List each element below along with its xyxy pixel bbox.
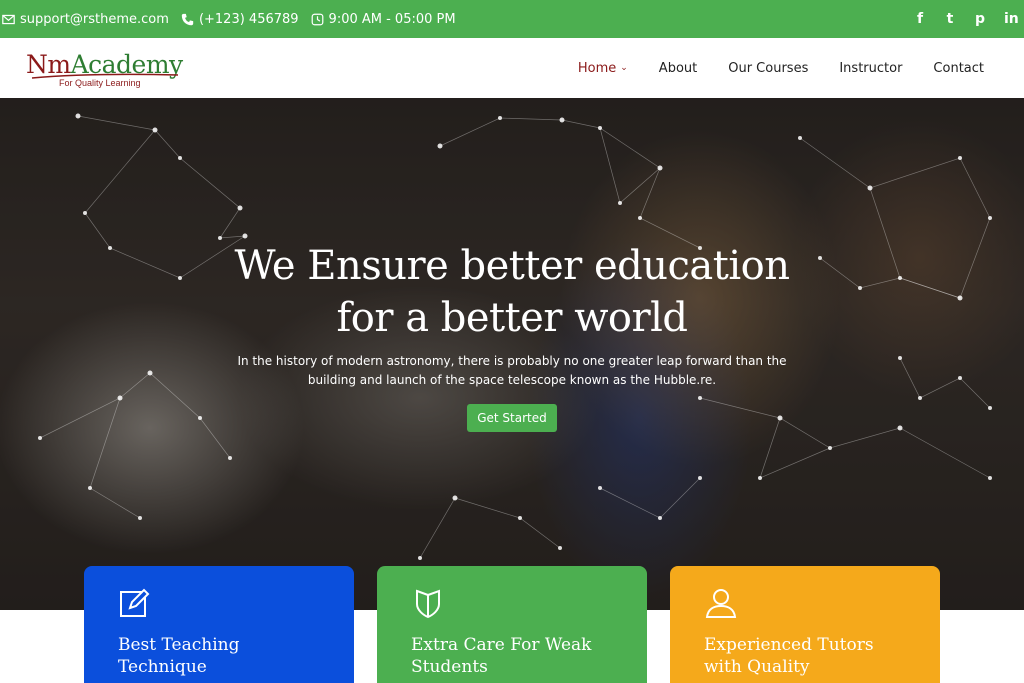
nav-contact[interactable]: Contact bbox=[933, 61, 984, 76]
hero-content: We Ensure better education for a better … bbox=[0, 240, 1024, 432]
feature-title-line2: Technique bbox=[118, 657, 207, 677]
social-links: f t p in bbox=[914, 11, 1019, 27]
phone-text: (+123) 456789 bbox=[198, 11, 299, 27]
hero-headline-line1: We Ensure better education bbox=[234, 243, 790, 289]
edit-icon bbox=[120, 588, 150, 617]
clock-icon bbox=[311, 13, 323, 25]
email-text: support@rstheme.com bbox=[20, 11, 169, 27]
twitter-icon[interactable]: t bbox=[944, 11, 956, 27]
hero-subtext-line2: building and launch of the space telesco… bbox=[307, 373, 717, 387]
pinterest-icon[interactable]: p bbox=[974, 11, 986, 27]
feature-card-teaching[interactable]: Best Teaching Technique bbox=[84, 566, 354, 683]
get-started-button[interactable]: Get Started bbox=[467, 404, 557, 432]
top-bar: support@rstheme.com (+123) 456789 9:00 A… bbox=[0, 0, 1024, 38]
feature-title-line1: Extra Care For Weak bbox=[411, 635, 592, 655]
nav-about[interactable]: About bbox=[659, 61, 697, 76]
hours-text: 9:00 AM - 05:00 PM bbox=[328, 11, 456, 27]
hero-headline: We Ensure better education for a better … bbox=[0, 240, 1024, 344]
feature-card-tutors[interactable]: Experienced Tutors with Quality bbox=[670, 566, 940, 683]
email-contact[interactable]: support@rstheme.com bbox=[2, 12, 169, 27]
logo-tagline: For Quality Learning bbox=[59, 78, 141, 88]
feature-title-line1: Best Teaching bbox=[118, 635, 240, 655]
nav-instructor[interactable]: Instructor bbox=[839, 61, 902, 76]
hero-subtext-line1: In the history of modern astronomy, ther… bbox=[237, 354, 787, 368]
user-icon bbox=[705, 589, 737, 618]
linkedin-icon[interactable]: in bbox=[1004, 11, 1019, 27]
phone-icon bbox=[181, 13, 194, 25]
feature-title-line2: with Quality bbox=[704, 657, 810, 677]
facebook-icon[interactable]: f bbox=[914, 11, 926, 27]
hero-section: We Ensure better education for a better … bbox=[0, 98, 1024, 610]
hero-headline-line2: for a better world bbox=[336, 295, 688, 341]
nav-home[interactable]: Home ⌄ bbox=[578, 61, 628, 76]
nav-home-label: Home bbox=[577, 60, 617, 76]
feature-title: Experienced Tutors with Quality bbox=[704, 634, 904, 678]
feature-title-line1: Experienced Tutors bbox=[704, 635, 874, 655]
contact-info: support@rstheme.com (+123) 456789 9:00 A… bbox=[2, 12, 456, 27]
site-header: NmAcademy For Quality Learning Home ⌄ Abo… bbox=[0, 38, 1024, 98]
hero-subtext: In the history of modern astronomy, ther… bbox=[0, 352, 1024, 390]
feature-title: Extra Care For Weak Students bbox=[411, 634, 611, 678]
feature-title-line2: Students bbox=[411, 657, 488, 677]
chevron-down-icon: ⌄ bbox=[620, 63, 628, 73]
envelope-icon bbox=[2, 14, 15, 24]
main-nav: Home ⌄ About Our Courses Instructor Conta… bbox=[578, 61, 984, 76]
phone-contact[interactable]: (+123) 456789 bbox=[181, 12, 299, 27]
feature-card-care[interactable]: Extra Care For Weak Students bbox=[377, 566, 647, 683]
nav-our-courses[interactable]: Our Courses bbox=[728, 61, 808, 76]
feature-title: Best Teaching Technique bbox=[118, 634, 318, 678]
shield-icon bbox=[416, 589, 440, 619]
hours-info: 9:00 AM - 05:00 PM bbox=[311, 12, 456, 27]
logo[interactable]: NmAcademy For Quality Learning bbox=[26, 46, 186, 90]
